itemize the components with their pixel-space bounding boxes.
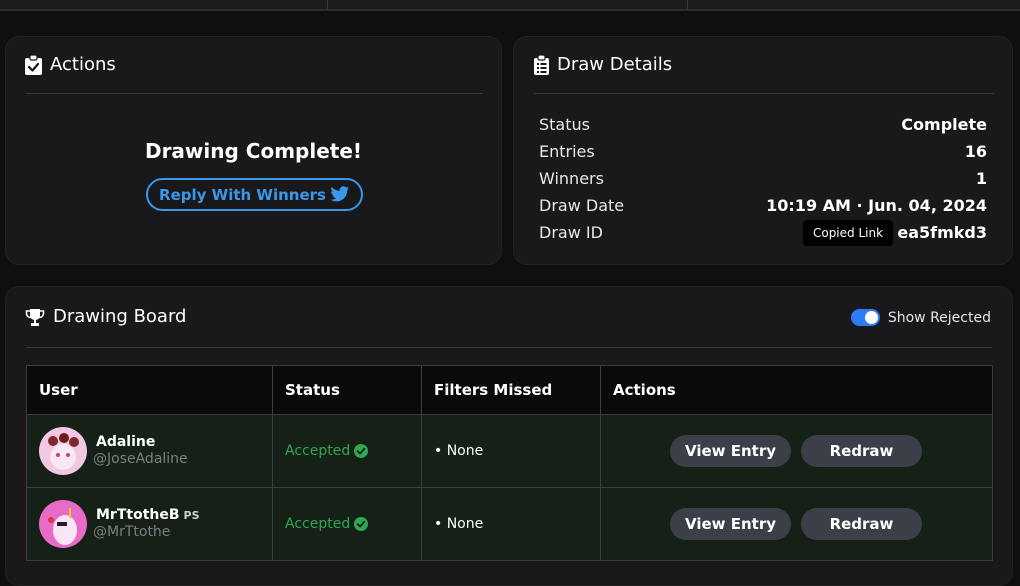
tab-divider [327, 0, 328, 9]
user-cell: Adaline @JoseAdaline [39, 427, 272, 475]
redraw-button[interactable]: Redraw [801, 508, 922, 540]
divider [26, 347, 992, 348]
table-row: Adaline @JoseAdaline Accepted • None Vie… [26, 414, 993, 488]
column-header-filters-missed: Filters Missed [421, 365, 601, 415]
detail-label: Draw ID [539, 222, 603, 242]
draw-details-card: Draw Details Status Complete Entries 16 … [513, 36, 1013, 265]
table-header-row: User Status Filters Missed Actions [26, 365, 993, 415]
status-accepted: Accepted [285, 516, 421, 532]
reply-button-label: Reply With Winners [159, 185, 326, 204]
user-name: Adaline [96, 434, 156, 450]
twitter-bird-icon [330, 186, 350, 203]
row-actions: View Entry Redraw [613, 508, 992, 540]
divider [26, 93, 483, 94]
show-rejected-toggle-wrap[interactable]: Show Rejected [850, 309, 991, 326]
detail-value: 1 [975, 168, 987, 188]
detail-label: Entries [539, 141, 595, 161]
table-row: MrTtotheB PS @MrTtothe Accepted • None V… [26, 487, 993, 561]
user-badge: PS [183, 509, 200, 522]
show-rejected-toggle[interactable] [850, 309, 880, 326]
column-header-actions: Actions [600, 365, 993, 415]
check-circle-icon [354, 517, 369, 531]
detail-label: Draw Date [539, 195, 625, 215]
copied-link-tooltip: Copied Link [803, 220, 893, 246]
drawing-complete-text: Drawing Complete! [144, 139, 363, 163]
detail-label: Winners [539, 168, 604, 188]
divider [534, 93, 994, 94]
user-handle[interactable]: @JoseAdaline [93, 451, 188, 468]
detail-row-winners: Winners 1 [539, 167, 987, 189]
user-handle[interactable]: @MrTtothe [93, 524, 200, 541]
avatar[interactable] [39, 500, 87, 548]
column-header-user: User [26, 365, 273, 415]
drawing-board-header: Drawing Board [25, 306, 186, 327]
detail-row-draw-date: Draw Date 10:19 AM · Jun. 04, 2024 [539, 194, 987, 216]
detail-row-status: Status Complete [539, 113, 987, 135]
status-accepted: Accepted [285, 443, 421, 459]
clipboard-list-icon [534, 54, 549, 75]
trophy-icon [25, 308, 45, 326]
check-circle-icon [354, 444, 369, 458]
toggle-knob [864, 311, 878, 324]
top-tab-strip [0, 0, 1020, 11]
detail-row-entries: Entries 16 [539, 140, 987, 162]
user-name: MrTtotheB PS [96, 507, 200, 523]
row-actions: View Entry Redraw [613, 435, 992, 467]
column-header-status: Status [272, 365, 422, 415]
detail-label: Status [539, 114, 590, 134]
drawing-board-card: Drawing Board Show Rejected User Status … [5, 286, 1013, 586]
detail-value: 10:19 AM · Jun. 04, 2024 [766, 195, 987, 215]
clipboard-check-icon [25, 54, 42, 75]
actions-card: Actions Drawing Complete! Reply With Win… [5, 36, 502, 265]
redraw-button[interactable]: Redraw [801, 435, 922, 467]
drawing-board-title: Drawing Board [53, 306, 187, 327]
view-entry-button[interactable]: View Entry [670, 435, 791, 467]
user-cell: MrTtotheB PS @MrTtothe [39, 500, 272, 548]
draw-details-header: Draw Details [534, 54, 672, 75]
filters-missed-value: • None [434, 516, 484, 532]
show-rejected-label[interactable]: Show Rejected [888, 310, 991, 326]
drawing-board-table: User Status Filters Missed Actions Adali… [26, 365, 993, 561]
view-entry-button[interactable]: View Entry [670, 508, 791, 540]
avatar[interactable] [39, 427, 87, 475]
actions-title: Actions [50, 54, 116, 75]
reply-with-winners-button[interactable]: Reply With Winners [146, 178, 363, 211]
detail-row-draw-id: Draw ID ea5fmkd3 [539, 221, 987, 243]
draw-details-title: Draw Details [557, 54, 673, 75]
status-text: Accepted [285, 443, 351, 459]
draw-id-value[interactable]: ea5fmkd3 [897, 223, 987, 242]
status-text: Accepted [285, 516, 351, 532]
filters-missed-value: • None [434, 443, 484, 459]
detail-value: Complete [901, 114, 987, 134]
actions-header: Actions [25, 54, 116, 75]
detail-value: 16 [964, 141, 987, 161]
tab-divider [687, 0, 688, 9]
